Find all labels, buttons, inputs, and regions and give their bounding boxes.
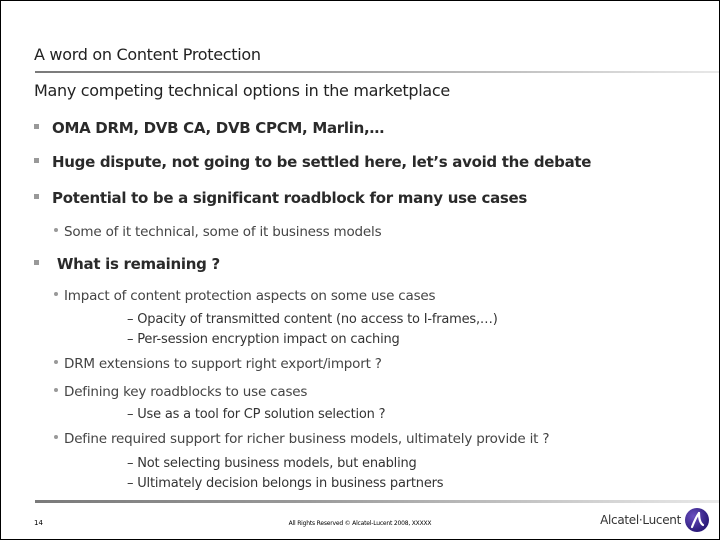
- logo-glyph-icon: [690, 511, 705, 529]
- sub-bullet-text: Impact of content protection aspects on …: [64, 288, 436, 304]
- sub-bullet-item: DRM extensions to support right export/i…: [54, 356, 382, 372]
- bullet-item: Potential to be a significant roadblock …: [34, 189, 527, 207]
- bullet-text: What is remaining ?: [52, 255, 220, 273]
- bullet-item: OMA DRM, DVB CA, DVB CPCM, Marlin,…: [34, 119, 384, 137]
- sub-bullet-text: Some of it technical, some of it busines…: [64, 224, 382, 240]
- slide-subtitle: Many competing technical options in the …: [34, 81, 450, 100]
- dot-bullet-icon: [54, 228, 58, 232]
- square-bullet-icon: [34, 124, 39, 129]
- sub-bullet-text: DRM extensions to support right export/i…: [64, 356, 382, 372]
- sub-bullet-text: Define required support for richer busin…: [64, 431, 550, 447]
- footer-divider: [35, 500, 719, 503]
- dot-bullet-icon: [54, 435, 58, 439]
- sub-bullet-item: Some of it technical, some of it busines…: [54, 224, 382, 240]
- dot-bullet-icon: [54, 388, 58, 392]
- sub-sub-item: – Per-session encryption impact on cachi…: [127, 332, 400, 347]
- sub-bullet-item: Defining key roadblocks to use cases: [54, 384, 307, 400]
- sub-bullet-text: Defining key roadblocks to use cases: [64, 384, 308, 400]
- square-bullet-icon: [34, 194, 39, 199]
- square-bullet-icon: [34, 158, 39, 163]
- bullet-text: Potential to be a significant roadblock …: [52, 189, 528, 207]
- bullet-item: Huge dispute, not going to be settled he…: [34, 153, 591, 171]
- sub-sub-item: – Not selecting business models, but ena…: [127, 456, 417, 471]
- sub-sub-item: – Use as a tool for CP solution selectio…: [127, 407, 386, 422]
- square-bullet-icon: [34, 260, 39, 265]
- title-divider: [35, 71, 719, 73]
- dot-bullet-icon: [54, 292, 58, 296]
- bullet-item: What is remaining ?: [34, 255, 220, 273]
- dot-bullet-icon: [54, 360, 58, 364]
- bullet-text: OMA DRM, DVB CA, DVB CPCM, Marlin,…: [52, 119, 385, 137]
- logo-text: Alcatel·Lucent: [600, 513, 681, 527]
- sub-bullet-item: Define required support for richer busin…: [54, 431, 549, 447]
- slide-title: A word on Content Protection: [34, 45, 261, 64]
- company-logo: Alcatel·Lucent: [600, 508, 709, 532]
- sub-sub-item: – Ultimately decision belongs in busines…: [127, 476, 444, 491]
- sub-sub-item: – Opacity of transmitted content (no acc…: [127, 312, 498, 327]
- sub-bullet-item: Impact of content protection aspects on …: [54, 288, 436, 304]
- slide: A word on Content Protection Many compet…: [0, 0, 720, 540]
- bullet-text: Huge dispute, not going to be settled he…: [52, 153, 592, 171]
- alcatel-lucent-logo-icon: [685, 508, 709, 532]
